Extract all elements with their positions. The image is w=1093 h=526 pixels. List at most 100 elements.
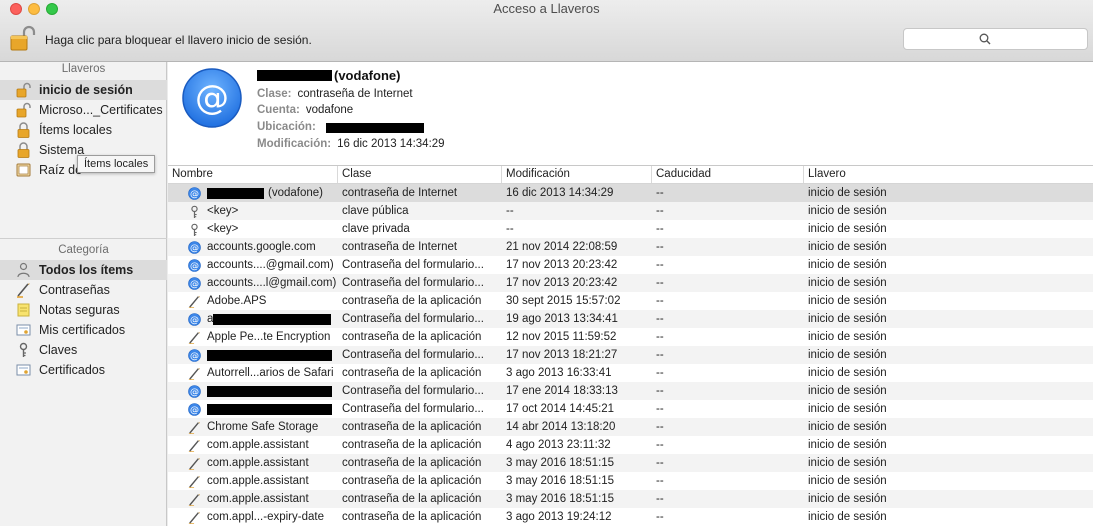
detail-modificacion: Modificación: 16 dic 2013 14:34:29 xyxy=(257,138,445,150)
cell-clase: contraseña de la aplicación xyxy=(342,331,482,343)
table-row[interactable]: com.appl...-expiry-date contraseña de la … xyxy=(168,508,1093,526)
column-header-clase[interactable]: Clase xyxy=(338,166,502,183)
lock-hint-text: Haga clic para bloquear el llavero inici… xyxy=(45,33,312,47)
search-input[interactable] xyxy=(999,31,1084,47)
redaction xyxy=(325,123,424,133)
table-row[interactable]: @ (vodafone) contraseña de Internet 16 dic … xyxy=(168,184,1093,202)
keychain-item-0[interactable]: inicio de sesión xyxy=(0,80,167,100)
detail-title: (vodafone) xyxy=(257,68,400,83)
category-item-1[interactable]: Contraseñas xyxy=(0,280,167,300)
redaction xyxy=(207,403,332,415)
cell-clase: Contraseña del formulario... xyxy=(342,349,484,361)
tooltip: Ítems locales xyxy=(77,155,156,173)
table-row[interactable]: Apple Pe...te Encryption contraseña de la… xyxy=(168,328,1093,346)
key-icon xyxy=(16,342,31,358)
table-row[interactable]: @ Contraseña del formulario... 17 nov 2013… xyxy=(168,346,1093,364)
table-row[interactable]: <key> clave pública -- -- inicio de sesión xyxy=(168,202,1093,220)
table-row[interactable]: Autorrell...arios de Safari contraseña de… xyxy=(168,364,1093,382)
cell-modificacion: -- xyxy=(506,205,514,217)
cell-clase: contraseña de Internet xyxy=(342,187,458,199)
column-header-caducidad[interactable]: Caducidad xyxy=(652,166,804,183)
cell-nombre: com.apple.assistant xyxy=(168,475,338,488)
detail-modificacion-label: Modificación: xyxy=(257,138,332,150)
key-icon xyxy=(188,205,201,218)
keychain-item-1[interactable]: Microso..._Certificates xyxy=(0,100,167,120)
certificate-icon xyxy=(16,322,31,338)
category-item-2[interactable]: Notas seguras xyxy=(0,300,167,320)
cell-caducidad: -- xyxy=(656,367,664,379)
keychain-item-2[interactable]: Ítems locales xyxy=(0,120,167,140)
cell-clase: contraseña de la aplicación xyxy=(342,295,482,307)
category-item-5[interactable]: Certificados xyxy=(0,360,167,380)
svg-text:@: @ xyxy=(190,387,199,397)
cell-nombre: com.appl...-expiry-date xyxy=(168,511,338,524)
table-row[interactable]: @ Contraseña del formulario... 17 oct 2014… xyxy=(168,400,1093,418)
sidebar-item-label: Contraseñas xyxy=(39,283,110,297)
table-row[interactable]: Chrome Safe Storage contraseña de la apli… xyxy=(168,418,1093,436)
cell-caducidad: -- xyxy=(656,349,664,361)
cell-nombre: com.apple.assistant xyxy=(168,457,338,470)
cell-nombre: @ (vodafone) xyxy=(168,186,338,200)
cell-clase: contraseña de Internet xyxy=(342,241,458,253)
sidebar-item-label: inicio de sesión xyxy=(39,83,133,97)
cell-modificacion: 19 ago 2013 13:34:41 xyxy=(506,313,618,325)
cell-modificacion: 17 ene 2014 18:33:13 xyxy=(506,385,618,397)
cell-llavero: inicio de sesión xyxy=(808,295,887,307)
table-row[interactable]: com.apple.assistant contraseña de la apli… xyxy=(168,454,1093,472)
table-row[interactable]: @ Contraseña del formulario... 17 ene 2014… xyxy=(168,382,1093,400)
cell-nombre-text: com.apple.assistant xyxy=(207,439,309,451)
column-header-llavero[interactable]: Llavero xyxy=(804,166,1093,183)
cell-nombre-text: Adobe.APS xyxy=(207,295,267,307)
cell-caducidad: -- xyxy=(656,403,664,415)
cell-caducidad: -- xyxy=(656,475,664,487)
table-row[interactable]: com.apple.assistant contraseña de la apli… xyxy=(168,436,1093,454)
redaction xyxy=(207,349,332,361)
item-detail-panel: @ (vodafone) Clase: contraseña de Intern… xyxy=(168,62,1093,166)
sidebar-item-label: Ítems locales xyxy=(39,123,112,137)
table-row[interactable]: @ accounts....@gmail.com) Contraseña del f… xyxy=(168,256,1093,274)
table-row[interactable]: com.apple.assistant contraseña de la apli… xyxy=(168,472,1093,490)
cell-modificacion: -- xyxy=(506,223,514,235)
table-row[interactable]: @ a Contraseña del formulario... 19 ago 201… xyxy=(168,310,1093,328)
detail-cuenta: Cuenta: vodafone xyxy=(257,104,353,116)
search-icon xyxy=(979,33,991,45)
lock-open-icon[interactable] xyxy=(10,24,36,52)
sidebar-divider xyxy=(0,238,167,239)
at-icon: @ xyxy=(188,258,201,272)
column-header-nombre[interactable]: Nombre xyxy=(168,166,338,183)
cell-caducidad: -- xyxy=(656,295,664,307)
table-row[interactable]: @ accounts.google.com contraseña de Intern… xyxy=(168,238,1093,256)
cell-nombre-text: <key> xyxy=(207,223,239,235)
cell-nombre-text: com.apple.assistant xyxy=(207,493,309,505)
table-row[interactable]: @ accounts....l@gmail.com) Contraseña del … xyxy=(168,274,1093,292)
cell-nombre: @ accounts.google.com xyxy=(168,240,338,254)
category-item-0[interactable]: Todos los ítems xyxy=(0,260,167,280)
cell-nombre: @ accounts....@gmail.com) xyxy=(168,258,338,272)
cell-nombre: @ a xyxy=(168,312,338,326)
cell-clase: contraseña de la aplicación xyxy=(342,439,482,451)
svg-text:@: @ xyxy=(190,315,199,325)
column-header-modificacion[interactable]: Modificación xyxy=(502,166,652,183)
lock-icon xyxy=(16,142,31,158)
table-row[interactable]: Adobe.APS contraseña de la aplicación 30 s… xyxy=(168,292,1093,310)
category-item-3[interactable]: Mis certificados xyxy=(0,320,167,340)
at-icon: @ xyxy=(188,384,201,398)
detail-modificacion-value: 16 dic 2013 14:34:29 xyxy=(337,138,445,150)
table-body: @ (vodafone) contraseña de Internet 16 dic … xyxy=(168,184,1093,526)
table-row[interactable]: com.apple.assistant contraseña de la apli… xyxy=(168,490,1093,508)
categories-list: Categoría Todos los ítems Contraseñas Nota… xyxy=(0,240,167,380)
cell-caducidad: -- xyxy=(656,205,664,217)
cell-nombre-text: Autorrell...arios de Safari xyxy=(207,367,334,379)
redaction xyxy=(213,313,332,325)
pen-icon xyxy=(188,421,201,434)
cell-clase: contraseña de la aplicación xyxy=(342,367,482,379)
cell-nombre-text: <key> xyxy=(207,205,239,217)
at-icon: @ xyxy=(188,348,201,362)
cell-nombre: Autorrell...arios de Safari xyxy=(168,367,338,380)
search-field[interactable] xyxy=(903,28,1088,50)
category-item-4[interactable]: Claves xyxy=(0,340,167,360)
table-row[interactable]: <key> clave privada -- -- inicio de sesión xyxy=(168,220,1093,238)
detail-title-text: (vodafone) xyxy=(334,68,401,83)
cell-caducidad: -- xyxy=(656,313,664,325)
cell-llavero: inicio de sesión xyxy=(808,511,887,523)
